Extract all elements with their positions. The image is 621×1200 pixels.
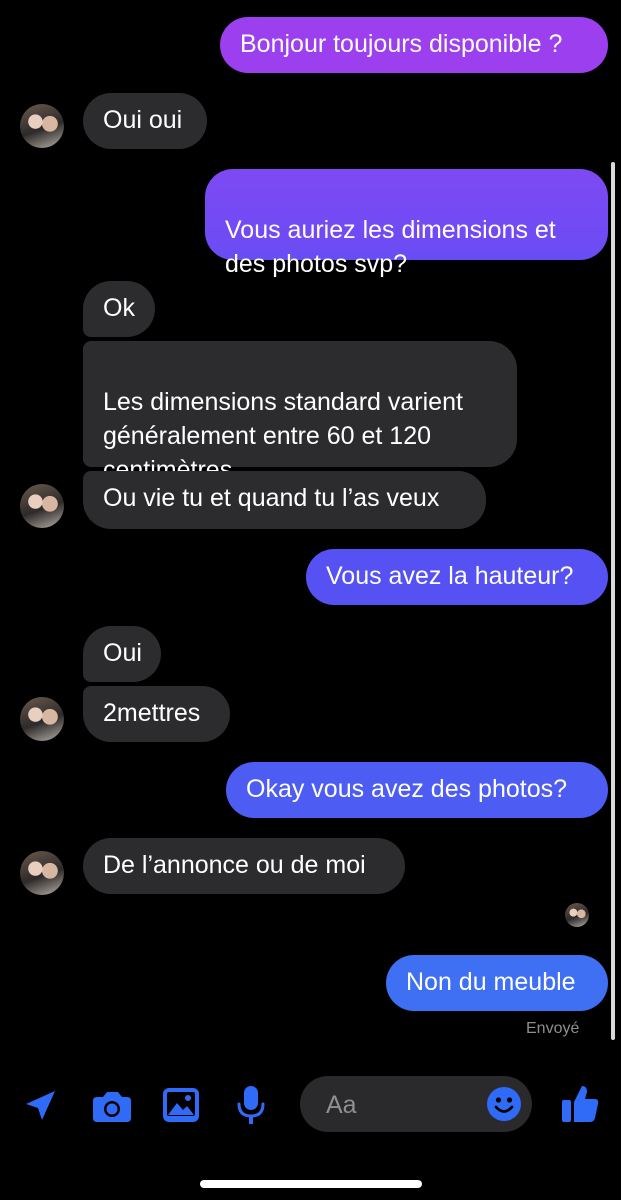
image-icon[interactable] [162, 1086, 200, 1124]
location-arrow-icon[interactable] [20, 1087, 60, 1127]
message-bubble-incoming[interactable]: Oui [83, 626, 161, 682]
message-text: Okay vous avez des photos? [246, 775, 568, 803]
contact-avatar[interactable] [20, 104, 64, 148]
contact-avatar[interactable] [20, 484, 64, 528]
message-text: Oui [103, 639, 142, 667]
contact-avatar[interactable] [20, 697, 64, 741]
microphone-icon[interactable] [236, 1084, 266, 1126]
message-bubble-incoming[interactable]: Oui oui [83, 93, 207, 149]
message-bubble-outgoing[interactable]: Bonjour toujours disponible ? [220, 17, 608, 73]
message-bubble-incoming[interactable]: Ou vie tu et quand tu l’as veux [83, 471, 486, 529]
message-input[interactable] [324, 1089, 478, 1121]
message-bubble-incoming[interactable]: Ok [83, 281, 155, 337]
message-text: Bonjour toujours disponible ? [240, 30, 563, 58]
message-text: De l’annonce ou de moi [103, 851, 366, 879]
message-bubble-outgoing[interactable]: Non du meuble [386, 955, 608, 1011]
message-text: 2mettres [103, 699, 201, 727]
thumbs-up-icon[interactable] [560, 1082, 600, 1124]
message-bubble-incoming[interactable]: 2mettres [83, 686, 230, 742]
message-input-container[interactable] [300, 1076, 532, 1132]
contact-avatar[interactable] [20, 851, 64, 895]
message-text: Oui oui [103, 106, 183, 134]
message-bubble-incoming[interactable]: De l’annonce ou de moi [83, 838, 405, 894]
message-text: Vous auriez les dimensions et des photos… [225, 216, 556, 278]
message-text: Ou vie tu et quand tu l’as veux [103, 484, 440, 512]
emoji-icon[interactable] [486, 1086, 522, 1122]
message-text: Les dimensions standard varient générale… [103, 388, 463, 484]
delivery-status: Envoyé [526, 1020, 580, 1037]
message-bubble-outgoing[interactable]: Vous auriez les dimensions et des photos… [205, 169, 608, 278]
message-text: Non du meuble [406, 968, 576, 996]
home-indicator[interactable] [200, 1180, 422, 1188]
message-bubble-outgoing[interactable]: Vous avez la hauteur? [306, 549, 608, 605]
message-text: Ok [103, 294, 135, 322]
message-bubble-incoming[interactable]: Les dimensions standard varient générale… [83, 341, 517, 484]
message-text: Vous avez la hauteur? [326, 562, 574, 590]
scrollbar[interactable] [611, 162, 615, 1040]
read-receipt-avatar [565, 903, 589, 927]
message-bubble-outgoing[interactable]: Okay vous avez des photos? [226, 762, 608, 818]
camera-icon[interactable] [91, 1088, 133, 1124]
